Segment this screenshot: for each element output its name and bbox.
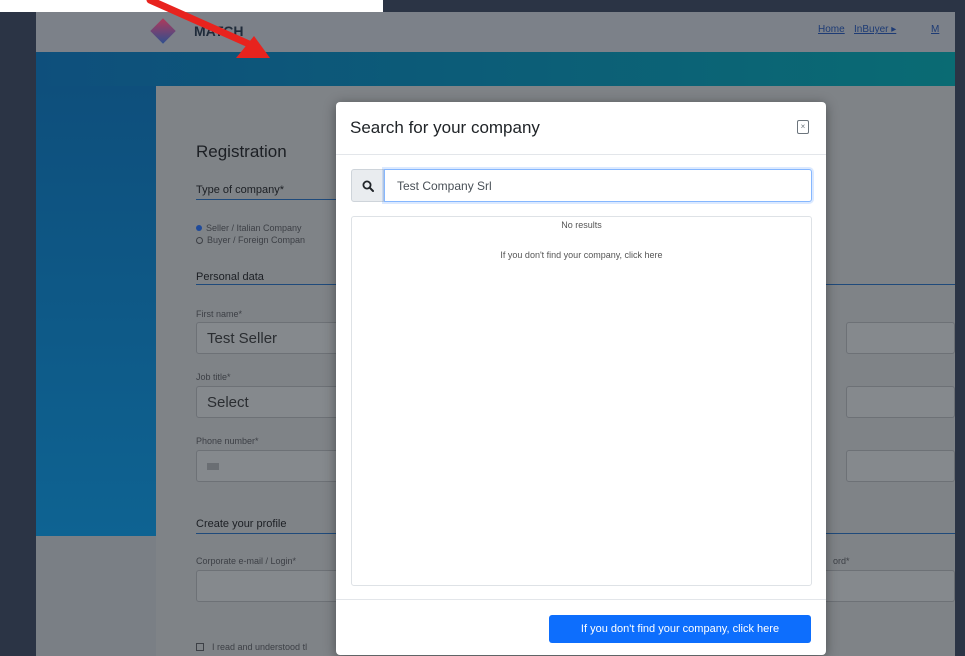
nav-inbuyer[interactable]: InBuyer ▸ <box>854 24 896 35</box>
red-arrow-annotation <box>146 0 270 58</box>
first-name-label: First name* <box>196 309 243 319</box>
company-search-group <box>351 169 812 202</box>
right-select-field[interactable] <box>846 386 955 418</box>
password-field[interactable] <box>806 570 955 602</box>
search-results-list: No results If you don't find your compan… <box>351 216 812 586</box>
side-banner <box>36 86 156 536</box>
right-dark-frame <box>955 0 965 656</box>
form-title: Registration <box>196 142 287 161</box>
create-profile-heading: Create your profile <box>196 518 287 530</box>
first-name-value: Test Seller <box>207 329 278 347</box>
terms-text: I read and understood tl <box>212 642 308 652</box>
terms-checkbox[interactable]: I read and understood tl <box>196 642 307 652</box>
personal-data-heading: Personal data <box>196 271 264 283</box>
not-found-link[interactable]: If you don't find your company, click he… <box>352 250 811 260</box>
no-results-text: No results <box>561 220 602 230</box>
job-title-value: Select <box>207 393 249 411</box>
left-dark-frame <box>0 12 36 656</box>
search-icon[interactable] <box>351 169 384 202</box>
nav-home[interactable]: Home <box>818 24 845 35</box>
right-phone-field[interactable] <box>846 450 955 482</box>
radio-buyer[interactable]: Buyer / Foreign Compan <box>196 235 305 245</box>
radio-selected-icon <box>196 225 202 231</box>
email-label: Corporate e-mail / Login* <box>196 556 297 566</box>
checkbox-icon <box>196 643 204 651</box>
company-search-input[interactable] <box>384 169 812 202</box>
modal-title: Search for your company <box>350 118 540 137</box>
modal-footer-divider <box>336 599 826 600</box>
last-name-field[interactable] <box>846 322 955 354</box>
flag-icon <box>207 462 219 470</box>
not-found-button[interactable]: If you don't find your company, click he… <box>549 615 811 643</box>
phone-label: Phone number* <box>196 436 259 446</box>
nav-more[interactable]: M <box>931 24 939 35</box>
company-search-modal: Search for your company × No results If … <box>336 102 826 655</box>
magnifier-icon <box>362 180 374 192</box>
radio-seller[interactable]: Seller / Italian Company <box>196 223 302 233</box>
modal-header-divider <box>336 154 826 155</box>
radio-buyer-label: Buyer / Foreign Compan <box>207 235 306 245</box>
radio-empty-icon <box>196 236 203 244</box>
password-label: ord* <box>833 556 850 566</box>
close-icon[interactable]: × <box>797 120 809 134</box>
radio-seller-label: Seller / Italian Company <box>206 223 302 233</box>
type-of-company-label: Type of company* <box>196 184 285 196</box>
job-title-label: Job title* <box>196 372 231 382</box>
